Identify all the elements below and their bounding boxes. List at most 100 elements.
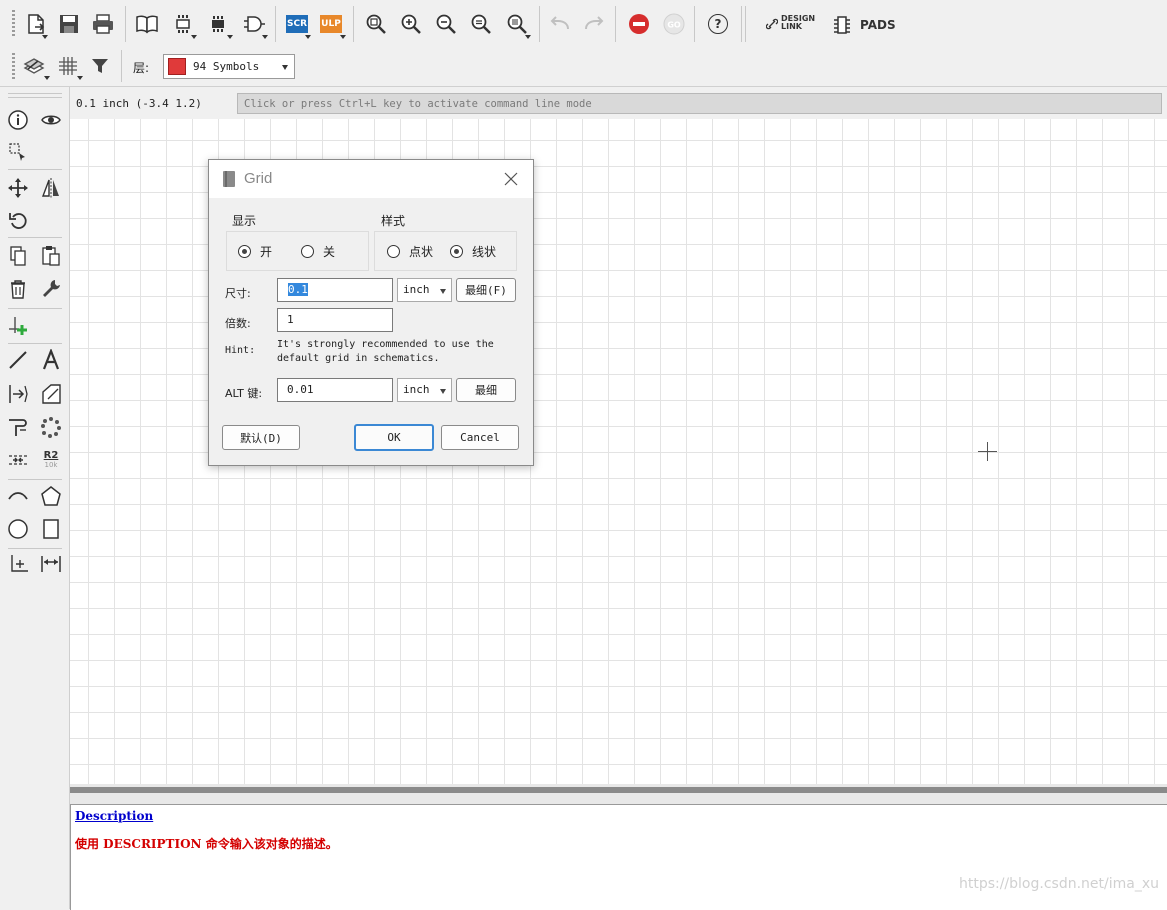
go-button[interactable]: GO [660,10,688,38]
polygon-dots-tool[interactable] [38,414,64,440]
open-book-icon [136,15,158,34]
zoom-redraw-icon [471,14,491,34]
rectangle-tool[interactable] [38,516,64,542]
redo-icon [585,16,604,30]
pin-icon [9,385,28,403]
add-part-tool[interactable] [5,313,31,339]
grid-icon [59,57,77,75]
ulp-button[interactable]: ULP [317,10,345,38]
text-tool[interactable] [38,347,64,373]
alt-finest-button[interactable]: 最细 [456,378,516,402]
size-unit-select[interactable]: inch [397,278,452,302]
circle-icon [8,519,28,539]
paste-tool[interactable] [38,243,64,269]
size-unit-value: inch [403,283,430,296]
redo-button[interactable] [580,10,608,38]
line-tool[interactable] [5,347,31,373]
copy-icon [10,246,26,266]
new-file-button[interactable] [22,10,50,38]
zoom-out-button[interactable] [432,10,460,38]
split-tool[interactable] [5,414,31,440]
r2-value-label: 10k [44,460,58,469]
command-line-input[interactable]: Click or press Ctrl+L key to activate co… [237,93,1162,114]
change-tool[interactable] [38,276,64,302]
ok-button[interactable]: OK [354,424,434,451]
info-icon [8,110,28,130]
close-icon[interactable] [501,169,521,189]
print-button[interactable] [89,10,117,38]
watermark: https://blog.csdn.net/ima_xu [958,876,1159,892]
value-tool[interactable]: R2 10k [38,447,64,473]
description-panel: Description 使用 DESCRIPTION 命令输入该对象的描述。 [70,804,1167,910]
pads-button[interactable]: PADS [832,14,896,36]
help-button[interactable]: ? [704,10,732,38]
cancel-button[interactable]: Cancel [441,425,519,450]
arc-tool[interactable] [5,483,31,509]
rectangle-icon [43,519,59,539]
filter-button[interactable] [86,52,114,80]
select-group-icon [9,143,25,161]
style-dots-label: 点状 [409,245,434,259]
zoom-redraw-button[interactable] [467,10,495,38]
size-input-value: 0.1 [288,283,308,296]
schematic-icon [176,15,190,33]
zoom-select-button[interactable] [503,10,531,38]
pin-tool[interactable] [5,381,31,407]
finest-button[interactable]: 最细(F) [456,278,516,302]
toolbar-grip[interactable] [12,10,15,38]
copy-tool[interactable] [5,243,31,269]
mark-tool[interactable] [5,551,31,577]
toolbar-grip[interactable] [12,53,15,81]
go-icon: GO [663,13,685,35]
save-button[interactable] [55,10,83,38]
undo-button[interactable] [546,10,574,38]
zoom-in-button[interactable] [397,10,425,38]
display-on-radio[interactable] [238,245,251,258]
line-icon [9,351,27,369]
style-group-label: 样式 [381,214,406,228]
rotate-tool[interactable] [5,207,31,233]
text-icon [42,349,60,370]
circle-tool[interactable] [5,516,31,542]
alt-input[interactable]: 0.01 [277,378,393,402]
default-button[interactable]: 默认(D) [222,425,300,450]
multiple-input[interactable]: 1 [277,308,393,332]
layers-icon [23,58,45,74]
style-lines-radio[interactable] [450,245,463,258]
ring-dots-icon [41,417,61,438]
library-button[interactable] [133,10,161,38]
mirror-tool[interactable] [38,175,64,201]
board-button[interactable] [204,10,232,38]
style-dots-radio[interactable] [387,245,400,258]
hint-text: It's strongly recommended to use the def… [277,339,494,364]
display-on-label: 开 [260,245,273,259]
stop-button[interactable] [625,10,653,38]
r2-icon: R2 [43,449,59,461]
zoom-fit-button[interactable] [362,10,390,38]
schematic-button[interactable] [169,10,197,38]
alt-label: ALT 键: [225,387,263,400]
miter-tool[interactable] [5,447,31,473]
chevron-down-icon [440,289,446,294]
description-link[interactable]: Description [75,809,153,823]
script-button[interactable]: SCR [283,10,311,38]
layer-toolbar: 层: 94 Symbols [0,46,1167,87]
layer-select[interactable]: 94 Symbols [163,54,295,79]
group-tool[interactable] [5,139,31,165]
dimension-tool[interactable] [38,551,64,577]
panel-splitter[interactable] [70,784,1167,804]
polygon-tool[interactable] [38,483,64,509]
info-tool[interactable] [5,107,31,133]
display-off-radio[interactable] [301,245,314,258]
splitter-bar[interactable] [70,787,1167,793]
scr-icon: SCR [286,15,308,33]
frame-tool[interactable] [38,381,64,407]
alt-unit-select[interactable]: inch [397,378,452,402]
delete-tool[interactable] [5,276,31,302]
show-tool[interactable] [38,107,64,133]
dialog-titlebar[interactable]: Grid [209,160,533,198]
design-link-button[interactable]: DESIGN LINK [766,14,821,36]
move-tool[interactable] [5,175,31,201]
size-input[interactable]: 0.1 [277,278,393,302]
gate-button[interactable] [240,10,268,38]
